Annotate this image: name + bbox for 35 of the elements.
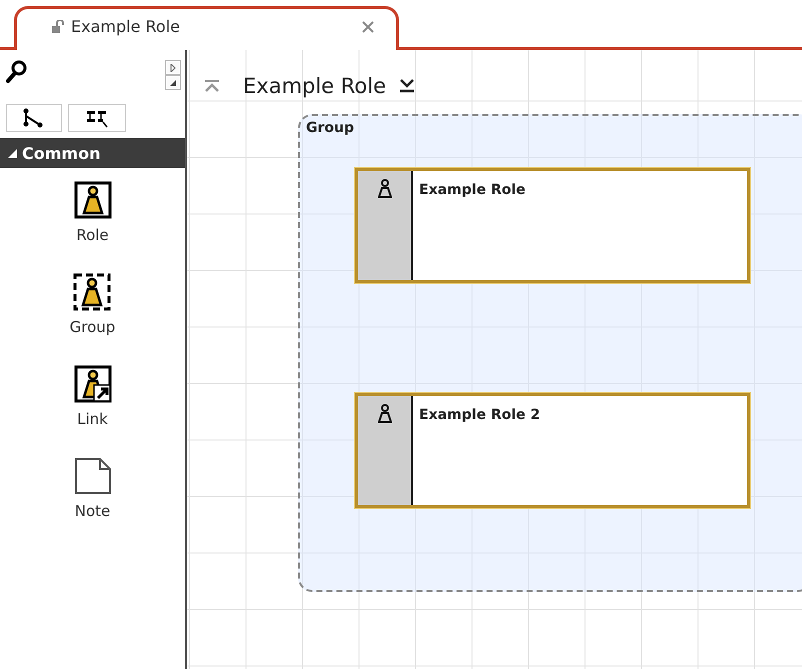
diagram-title: Example Role — [243, 74, 386, 98]
group-icon — [72, 272, 112, 312]
category-label: Common — [22, 144, 100, 162]
layout-icon — [85, 108, 109, 128]
group-label: Group — [306, 120, 354, 136]
close-icon[interactable] — [360, 18, 376, 34]
person-icon — [378, 404, 392, 424]
palette-item[interactable]: Note — [72, 456, 112, 520]
connector-tool-button[interactable] — [6, 104, 62, 132]
expanded-triangle-icon — [8, 148, 17, 158]
role-icon — [72, 180, 112, 220]
category-header[interactable]: Common — [0, 138, 185, 168]
search-icon[interactable] — [6, 60, 28, 84]
corner-triangle-icon — [170, 80, 176, 86]
collapse-button[interactable] — [165, 75, 181, 90]
palette-item[interactable]: Role — [72, 180, 112, 244]
layout-tool-button[interactable] — [68, 104, 126, 132]
role-name: Example Role 2 — [419, 407, 540, 423]
person-icon — [378, 179, 392, 199]
group-container[interactable]: Group Example Role Example Role 2 — [298, 114, 802, 592]
note-icon — [72, 456, 112, 496]
connector-icon — [23, 108, 45, 128]
role-name: Example Role — [419, 182, 526, 198]
role-node[interactable]: Example Role — [355, 168, 750, 283]
tab-title: Example Role — [71, 17, 181, 36]
expand-down-icon[interactable] — [398, 78, 416, 94]
collapse-up-icon[interactable] — [203, 79, 221, 93]
unlocked-padlock-icon — [51, 20, 65, 34]
expand-button[interactable] — [165, 60, 181, 75]
right-triangle-icon — [170, 64, 176, 72]
role-node[interactable]: Example Role 2 — [355, 393, 750, 508]
palette-item[interactable]: Link — [72, 364, 112, 428]
document-tab[interactable]: Example Role — [14, 6, 399, 50]
palette-item[interactable]: Group — [70, 272, 116, 336]
link-icon — [72, 364, 112, 404]
